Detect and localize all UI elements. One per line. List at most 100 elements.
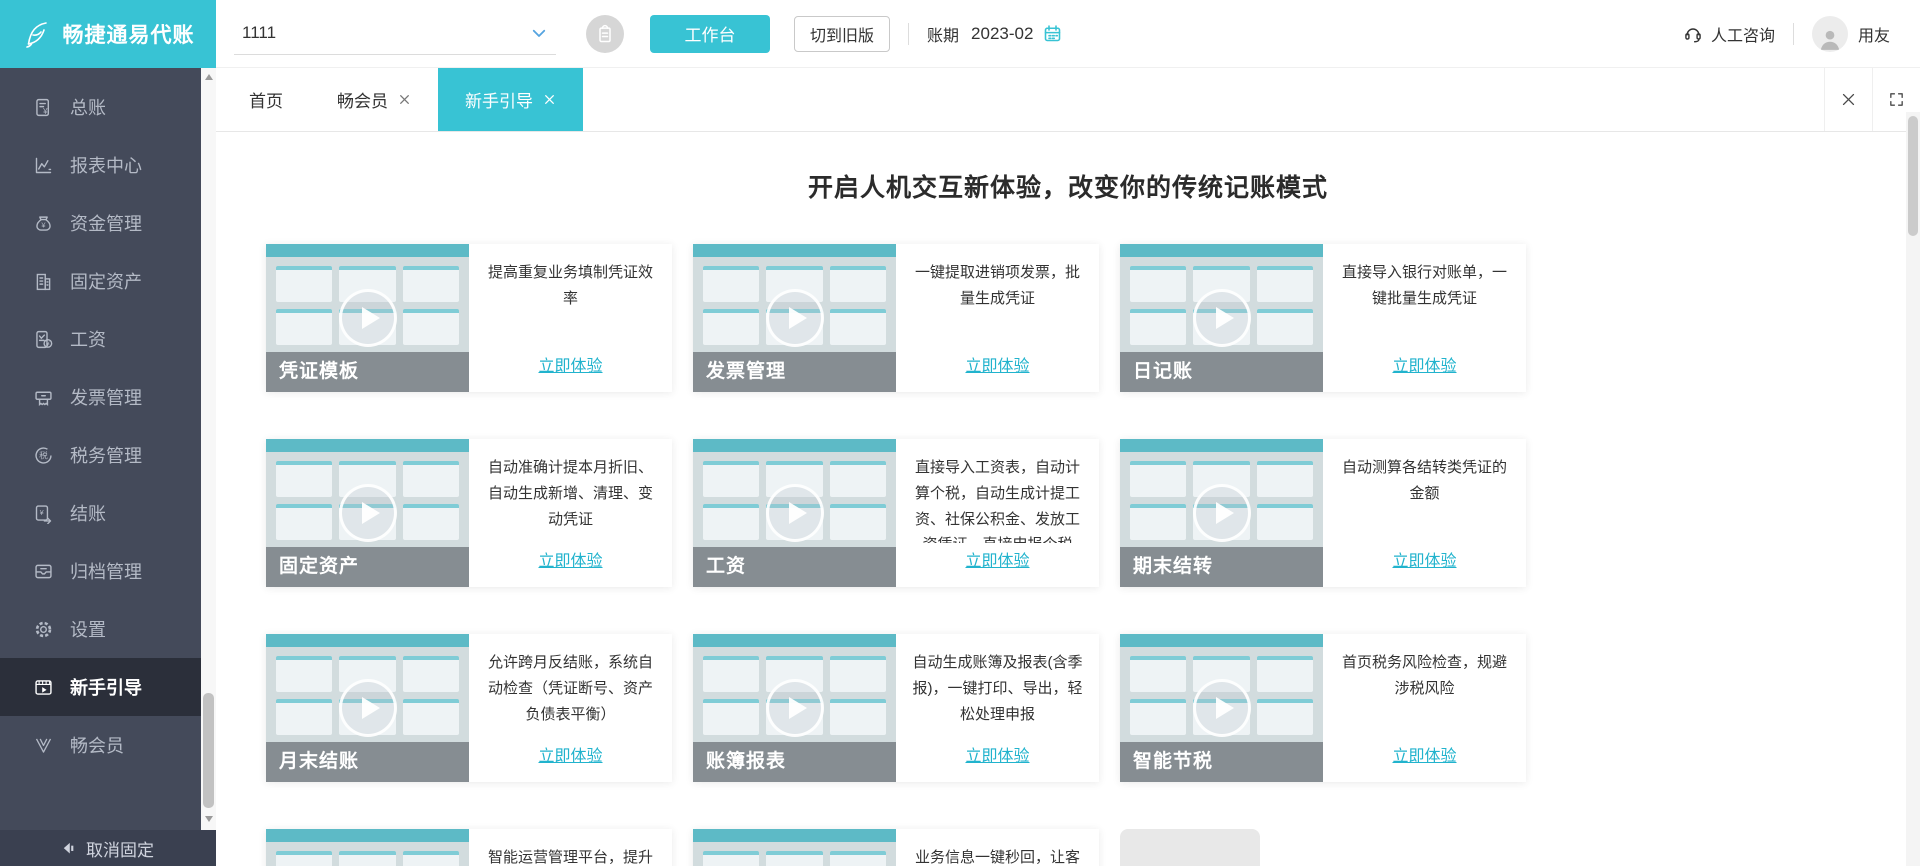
- play-button[interactable]: [765, 484, 824, 542]
- card-description: 智能运营管理平台，提升: [487, 849, 653, 866]
- sidebar-scrollbar-thumb[interactable]: [203, 693, 214, 808]
- calendar-icon[interactable]: [1042, 23, 1063, 44]
- video-thumbnail[interactable]: 固定资产: [266, 439, 469, 587]
- try-now-link[interactable]: 立即体验: [469, 742, 672, 766]
- tab-close-icon[interactable]: [398, 93, 411, 106]
- try-now-link[interactable]: 立即体验: [896, 742, 1099, 766]
- play-button[interactable]: [1192, 484, 1251, 542]
- tab-close-icon[interactable]: [543, 93, 556, 106]
- archive-icon: [32, 560, 54, 582]
- play-button[interactable]: [338, 289, 397, 347]
- ledger-icon: ¥: [32, 96, 54, 118]
- period-value[interactable]: 2023-02: [971, 24, 1033, 44]
- sidebar-item-member[interactable]: 畅会员: [0, 716, 216, 774]
- funds-icon: ¥: [32, 212, 54, 234]
- feature-card-salary: 工资 直接导入工资表，自动计算个税，自动生成计提工资、社保公积金、发放工资凭证，…: [693, 439, 1099, 587]
- page-scrollbar-thumb[interactable]: [1908, 116, 1918, 236]
- sidebar-item-beginner-guide[interactable]: 新手引导: [0, 658, 216, 716]
- svg-text:¥: ¥: [41, 220, 46, 229]
- sidebar-scrollbar[interactable]: [201, 68, 216, 830]
- sidebar-item-archive-management[interactable]: 归档管理: [0, 542, 216, 600]
- tab-member[interactable]: 畅会员: [310, 68, 438, 131]
- scroll-down-arrow-icon[interactable]: [201, 812, 216, 826]
- video-thumbnail[interactable]: 账簿报表: [693, 634, 896, 782]
- member-v-icon: [32, 734, 54, 756]
- header-right: 人工咨询 用友: [1683, 15, 1890, 52]
- play-button[interactable]: [765, 679, 824, 737]
- account-select-value: 1111: [242, 23, 277, 42]
- card-description: 一键提取进销项发票，批量生成凭证: [914, 264, 1080, 307]
- video-thumbnail[interactable]: 工资: [693, 439, 896, 587]
- play-button[interactable]: [338, 484, 397, 542]
- try-now-link[interactable]: 立即体验: [896, 352, 1099, 376]
- try-now-link[interactable]: 立即体验: [469, 547, 672, 571]
- svg-text:¥: ¥: [46, 340, 50, 347]
- try-now-link[interactable]: 立即体验: [1323, 547, 1526, 571]
- sidebar-item-tax-management[interactable]: 税 税务管理: [0, 426, 216, 484]
- support-button[interactable]: 人工咨询: [1683, 22, 1775, 46]
- tax-icon: 税: [32, 444, 54, 466]
- workbench-button[interactable]: 工作台: [650, 14, 770, 53]
- feature-card-period-end-transfer: 期末结转 自动测算各结转类凭证的金额 立即体验: [1120, 439, 1526, 587]
- video-thumbnail[interactable]: 凭证模板: [266, 244, 469, 392]
- scroll-up-arrow-icon[interactable]: [201, 70, 216, 84]
- close-all-tabs-icon[interactable]: [1824, 68, 1872, 131]
- guide-icon: [32, 676, 54, 698]
- closing-icon: ¥: [32, 502, 54, 524]
- video-label: 凭证模板: [266, 352, 469, 392]
- app-window: 畅捷通易代账 1111 工作台 切到旧版 账期 2023-02 人工咨询 用友 …: [0, 0, 1920, 866]
- feature-card-grid: 凭证模板 提高重复业务填制凭证效率 立即体验 发票管理 一键提取进销项发票，批量…: [266, 244, 1920, 866]
- try-now-link[interactable]: 立即体验: [896, 547, 1099, 571]
- sidebar-item-salary[interactable]: ¥ 工资: [0, 310, 216, 368]
- video-thumbnail[interactable]: 智能节税: [1120, 634, 1323, 782]
- try-now-link[interactable]: 立即体验: [469, 352, 672, 376]
- unpin-label: 取消固定: [86, 840, 154, 860]
- card-description: 直接导入工资表，自动计算个税，自动生成计提工资、社保公积金、发放工资凭证，直接申…: [914, 459, 1080, 543]
- brand-logo-icon: [22, 18, 54, 50]
- play-button[interactable]: [1192, 679, 1251, 737]
- sidebar-item-fixed-assets[interactable]: 固定资产: [0, 252, 216, 310]
- try-now-link[interactable]: 立即体验: [1323, 352, 1526, 376]
- svg-text:¥: ¥: [43, 107, 48, 116]
- support-label: 人工咨询: [1710, 27, 1775, 45]
- feature-card-ledger-reports: 账簿报表 自动生成账簿及报表(含季报)，一键打印、导出，轻松处理申报 立即体验: [693, 634, 1099, 782]
- switch-old-version-button[interactable]: 切到旧版: [794, 15, 891, 52]
- video-thumbnail[interactable]: [693, 829, 896, 866]
- sidebar: ¥ 总账 报表中心 ¥ 资金管理 固定资产 ¥ 工资 发票管理 税 税务管理 ¥…: [0, 68, 216, 866]
- chevron-down-icon: [530, 24, 548, 42]
- sidebar-item-settings[interactable]: 设置: [0, 600, 216, 658]
- feature-card-month-end-closing: 月末结账 允许跨月反结账，系统自动检查（凭证断号、资产负债表平衡） 立即体验: [266, 634, 672, 782]
- unpin-sidebar-button[interactable]: 取消固定: [0, 830, 216, 866]
- account-select[interactable]: 1111: [234, 13, 556, 55]
- page-scrollbar[interactable]: [1906, 112, 1920, 866]
- video-thumbnail[interactable]: 月末结账: [266, 634, 469, 782]
- brand-logo: 畅捷通易代账: [0, 0, 216, 68]
- sidebar-item-report-center[interactable]: 报表中心: [0, 136, 216, 194]
- video-thumbnail[interactable]: [266, 829, 469, 866]
- video-label: 账簿报表: [693, 742, 896, 782]
- header-divider: [1792, 22, 1794, 45]
- feature-card-partial-2: 业务信息一键秒回，让客: [693, 829, 1099, 866]
- video-thumbnail[interactable]: 发票管理: [693, 244, 896, 392]
- sidebar-item-general-ledger[interactable]: ¥ 总账: [0, 78, 216, 136]
- play-button[interactable]: [1192, 289, 1251, 347]
- sidebar-item-invoice-management[interactable]: 发票管理: [0, 368, 216, 426]
- period-label: 账期: [927, 27, 960, 45]
- video-thumbnail[interactable]: 期末结转: [1120, 439, 1323, 587]
- top-header: 畅捷通易代账 1111 工作台 切到旧版 账期 2023-02 人工咨询 用友: [0, 0, 1920, 68]
- video-thumbnail[interactable]: 日记账: [1120, 244, 1323, 392]
- card-description: 自动测算各结转类凭证的金额: [1341, 459, 1507, 502]
- video-label: 固定资产: [266, 547, 469, 587]
- play-button[interactable]: [765, 289, 824, 347]
- tab-beginner-guide[interactable]: 新手引导: [438, 68, 583, 131]
- sidebar-item-closing[interactable]: ¥ 结账: [0, 484, 216, 542]
- clipboard-icon-button[interactable]: [586, 14, 624, 53]
- card-description: 自动生成账簿及报表(含季报)，一键打印、导出，轻松处理申报: [912, 654, 1083, 723]
- feature-card-partial-1: 智能运营管理平台，提升: [266, 829, 672, 866]
- tab-home[interactable]: 首页: [222, 68, 310, 131]
- avatar[interactable]: [1811, 15, 1848, 52]
- play-button[interactable]: [338, 679, 397, 737]
- sidebar-item-funds-management[interactable]: ¥ 资金管理: [0, 194, 216, 252]
- username[interactable]: 用友: [1858, 22, 1890, 46]
- try-now-link[interactable]: 立即体验: [1323, 742, 1526, 766]
